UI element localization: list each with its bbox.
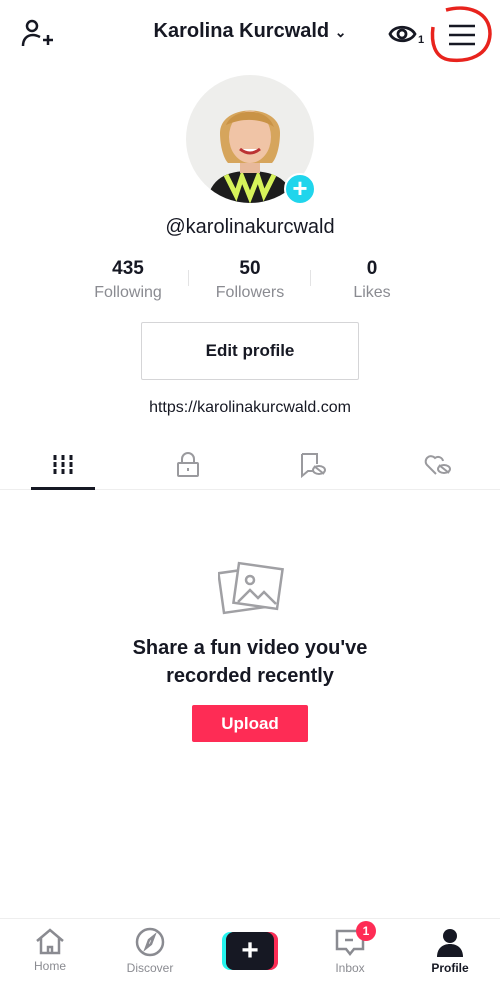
tab-liked[interactable]	[375, 440, 500, 489]
stat-followers[interactable]: 50 Followers	[189, 258, 311, 302]
tab-videos[interactable]	[0, 440, 125, 490]
views-count: 1	[418, 34, 425, 46]
inbox-badge: 1	[356, 921, 376, 941]
stat-likes[interactable]: 0 Likes	[311, 258, 433, 302]
tab-favorites[interactable]	[250, 440, 375, 489]
profile-icon	[437, 929, 463, 957]
heart-hidden-icon	[424, 454, 451, 475]
lock-icon	[176, 451, 199, 477]
following-count: 435	[112, 258, 144, 279]
annotation-circle	[430, 6, 492, 63]
content-tabs	[0, 440, 500, 490]
likes-count: 0	[366, 258, 378, 279]
followers-count: 50	[239, 258, 261, 279]
eye-icon	[388, 25, 417, 43]
username: @karolinakurcwald	[165, 216, 335, 238]
empty-state-message: Share a fun video you've recorded recentl…	[132, 637, 368, 687]
account-switcher[interactable]: Karolina Kurcwald ⌄	[0, 20, 500, 43]
bookmark-hidden-icon	[300, 452, 326, 478]
tab-private[interactable]	[125, 440, 250, 489]
nav-home[interactable]: Home	[0, 919, 100, 995]
bottom-nav: Home Discover + 1 Inbox Profile	[0, 918, 500, 995]
nav-inbox[interactable]: 1 Inbox	[300, 919, 400, 995]
upload-button[interactable]: Upload	[192, 705, 308, 742]
photos-icon	[218, 561, 284, 615]
following-label: Following	[94, 284, 162, 301]
plus-icon: +	[226, 932, 274, 970]
home-icon	[36, 928, 64, 955]
plus-icon: +	[292, 173, 308, 203]
videos-grid-icon	[53, 454, 72, 475]
likes-label: Likes	[353, 284, 391, 301]
profile-views-button[interactable]: 1	[388, 20, 424, 46]
nav-discover[interactable]: Discover	[100, 919, 200, 995]
edit-profile-button[interactable]: Edit profile	[141, 322, 359, 380]
account-name: Karolina Kurcwald	[153, 20, 330, 42]
nav-profile[interactable]: Profile	[400, 919, 500, 995]
chevron-down-icon: ⌄	[334, 24, 347, 40]
compass-icon	[135, 927, 165, 957]
stat-following[interactable]: 435 Following	[67, 258, 189, 302]
profile-link[interactable]: https://karolinakurcwald.com	[0, 399, 500, 417]
nav-create[interactable]: +	[200, 919, 300, 995]
followers-label: Followers	[215, 284, 285, 301]
add-avatar-button[interactable]: +	[284, 173, 316, 205]
stats: 435 Following 50 Followers 0 Likes	[0, 258, 500, 302]
